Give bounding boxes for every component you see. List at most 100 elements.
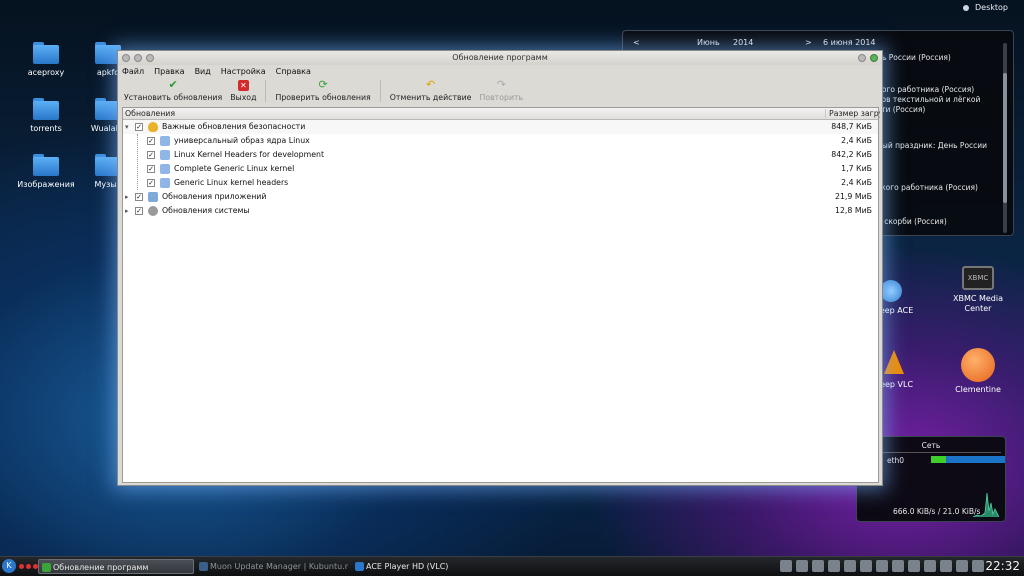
- desktop-folder-label: Изображения: [17, 180, 75, 189]
- calendar-prev-button[interactable]: <: [633, 38, 640, 47]
- update-name: Complete Generic Linux kernel: [174, 164, 295, 173]
- group-checkbox[interactable]: ✓: [135, 193, 143, 201]
- expand-arrow-icon[interactable]: ▸: [125, 204, 133, 218]
- shield-icon: [148, 122, 158, 132]
- menu-help[interactable]: Справка: [276, 65, 311, 78]
- update-item[interactable]: ✓ Generic Linux kernel headers 2,4 КиБ: [123, 176, 878, 190]
- group-checkbox[interactable]: ✓: [135, 123, 143, 131]
- package-icon: [160, 164, 170, 174]
- menu-file[interactable]: Файл: [122, 65, 144, 78]
- column-header-updates[interactable]: Обновления: [125, 109, 175, 118]
- update-name: Обновления системы: [162, 206, 250, 215]
- terminal-icon[interactable]: [780, 560, 792, 572]
- app-label: XBMC Media Center: [952, 294, 1004, 313]
- item-checkbox[interactable]: ✓: [147, 165, 155, 173]
- xbmc-icon: XBMC: [962, 266, 994, 290]
- app-xbmc[interactable]: XBMC XBMC Media Center: [946, 266, 1010, 314]
- window-titlebar[interactable]: Обновление программ: [118, 51, 882, 65]
- updates-list: Обновления Размер загру ▾ ✓ Важные обнов…: [122, 107, 880, 483]
- activity-switcher[interactable]: [19, 564, 38, 569]
- check-updates-label: Проверить обновления: [275, 93, 371, 102]
- folder-icon: [33, 98, 59, 120]
- update-group-security[interactable]: ▾ ✓ Важные обновления безопасности 848,7…: [123, 120, 878, 134]
- ace-player-task-icon: [355, 562, 364, 571]
- flag-ru-icon[interactable]: [908, 560, 920, 572]
- update-item[interactable]: ✓ Linux Kernel Headers for development 8…: [123, 148, 878, 162]
- update-size: 1,7 КиБ: [841, 164, 872, 173]
- check-updates-button[interactable]: ⟳ Проверить обновления: [271, 78, 374, 104]
- update-item[interactable]: ✓ универсальный образ ядра Linux 2,4 КиБ: [123, 134, 878, 148]
- undo-button[interactable]: ↶ Отменить действие: [386, 78, 476, 104]
- update-group-system[interactable]: ▸ ✓ Обновления системы 12,8 МиБ: [123, 204, 878, 218]
- redo-icon: ↷: [496, 78, 506, 91]
- taskbar: K Обновление программ Muon Update Manage…: [0, 556, 1024, 576]
- volume-icon[interactable]: [956, 560, 968, 572]
- window-minimize-button[interactable]: [858, 54, 866, 62]
- menu-edit[interactable]: Правка: [154, 65, 184, 78]
- collapse-arrow-icon[interactable]: ▾: [125, 120, 133, 134]
- update-name: Linux Kernel Headers for development: [174, 150, 325, 159]
- quit-label: Выход: [230, 93, 257, 102]
- calendar-event: ного работника (Россия): [877, 85, 975, 94]
- update-size: 848,7 КиБ: [831, 122, 872, 131]
- update-size: 2,4 КиБ: [841, 136, 872, 145]
- calendar-year[interactable]: 2014: [733, 38, 753, 47]
- install-updates-button[interactable]: ✔ Установить обновления: [120, 78, 226, 104]
- group-checkbox[interactable]: ✓: [135, 207, 143, 215]
- window-shade-button[interactable]: [146, 54, 154, 62]
- kde-menu-button[interactable]: K: [2, 559, 16, 573]
- clipboard-icon[interactable]: [812, 560, 824, 572]
- network-speed: 666.0 KiB/s / 21.0 KiB/s: [893, 507, 981, 516]
- calendar-event: ный праздник: День России: [877, 141, 988, 150]
- expand-arrow-icon[interactable]: ▸: [125, 190, 133, 204]
- item-checkbox[interactable]: ✓: [147, 137, 155, 145]
- usb-icon[interactable]: [940, 560, 952, 572]
- window-keep-button[interactable]: [134, 54, 142, 62]
- calendar-next-button[interactable]: >: [805, 38, 812, 47]
- window-close-button[interactable]: [870, 54, 878, 62]
- task-update-manager[interactable]: Обновление программ: [38, 559, 194, 574]
- item-checkbox[interactable]: ✓: [147, 179, 155, 187]
- redo-label: Повторить: [479, 93, 524, 102]
- task-ace-player[interactable]: ACE Player HD (VLC): [352, 559, 502, 574]
- column-header-size[interactable]: Размер загру: [825, 109, 880, 118]
- vlc-tray-icon[interactable]: [876, 560, 888, 572]
- app-clementine[interactable]: Clementine: [946, 348, 1010, 395]
- calendar-date: 6 июня 2014: [823, 38, 876, 47]
- folder-icon: [33, 42, 59, 64]
- checkmark-icon: ✔: [168, 78, 178, 91]
- update-manager-window: Обновление программ Файл Правка Вид Наст…: [117, 50, 883, 486]
- clock[interactable]: 22:32: [985, 559, 1020, 573]
- media-icon[interactable]: [892, 560, 904, 572]
- update-group-applications[interactable]: ▸ ✓ Обновления приложений 21,9 МиБ: [123, 190, 878, 204]
- menu-view[interactable]: Вид: [195, 65, 211, 78]
- update-size: 21,9 МиБ: [835, 192, 872, 201]
- calendar-month[interactable]: Июнь: [697, 38, 720, 47]
- window-title: Обновление программ: [452, 53, 548, 62]
- calendar-scrollbar[interactable]: [1003, 43, 1007, 233]
- quit-button[interactable]: ✕ Выход: [226, 78, 260, 104]
- desktop-folder-torrents[interactable]: torrents: [16, 98, 76, 133]
- update-manager-task-icon: [42, 563, 51, 572]
- desktop-folder-images[interactable]: Изображения: [16, 154, 76, 189]
- desktop-folder-aceproxy[interactable]: aceproxy: [16, 42, 76, 77]
- tools-icon[interactable]: [924, 560, 936, 572]
- display-icon[interactable]: [972, 560, 984, 572]
- redo-button[interactable]: ↷ Повторить: [475, 78, 527, 104]
- network-icon[interactable]: [860, 560, 872, 572]
- update-name: Важные обновления безопасности: [162, 122, 306, 131]
- calendar-header: < Июнь 2014 > 6 июня 2014: [633, 38, 1003, 50]
- skype-icon[interactable]: [796, 560, 808, 572]
- battery-icon[interactable]: [828, 560, 840, 572]
- menu-settings[interactable]: Настройка: [221, 65, 266, 78]
- update-item[interactable]: ✓ Complete Generic Linux kernel 1,7 КиБ: [123, 162, 878, 176]
- toolbar-separator: [265, 80, 267, 102]
- folder-icon: [33, 154, 59, 176]
- desktop-folder-label: torrents: [30, 124, 62, 133]
- desktop-activity[interactable]: Desktop: [963, 3, 1008, 12]
- item-checkbox[interactable]: ✓: [147, 151, 155, 159]
- task-browser[interactable]: Muon Update Manager | Kubuntu.ru: [196, 559, 348, 574]
- package-icon: [160, 136, 170, 146]
- window-menu-button[interactable]: [122, 54, 130, 62]
- mail-icon[interactable]: [844, 560, 856, 572]
